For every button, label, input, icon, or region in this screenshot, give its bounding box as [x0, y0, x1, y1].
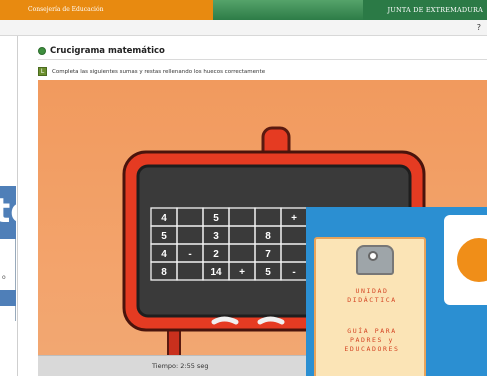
help-button[interactable]: ? [477, 23, 481, 32]
toolbar: ? [0, 20, 487, 36]
left-card-footer [0, 290, 16, 306]
header-band [213, 0, 363, 20]
didactic-unit-cover[interactable]: UNIDAD DIDÁCTICA GUÍA PARA PADRES y EDUC… [306, 207, 487, 376]
grid-cell-value: - [292, 267, 295, 278]
cover-heading-line: DIDÁCTICA [347, 296, 397, 304]
site-header: Consejería de Educación JUNTA DE EXTREMA… [0, 0, 487, 20]
divider [38, 59, 487, 60]
cover-guide-line: PADRES y [349, 336, 395, 344]
grid-cell-value: 2 [213, 249, 219, 260]
grid-cell-value: 5 [265, 267, 271, 278]
book-icon: L [38, 67, 47, 76]
instruction-row: L Completa las siguientes sumas y restas… [38, 67, 265, 76]
cover-heading-line: UNIDAD [355, 287, 389, 295]
timer-text: Tiempo: 2:55 seg [152, 362, 209, 370]
page-title: Crucigrama matemático [50, 46, 165, 56]
junta-label[interactable]: JUNTA DE EXTREMADURA [363, 0, 487, 20]
activity-title-row: Crucigrama matemático [38, 46, 165, 56]
clip-hole [368, 251, 378, 261]
clip-icon [356, 245, 394, 275]
left-overlay-card[interactable]: te o [0, 186, 16, 321]
cover-guide-line: EDUCADORES [344, 345, 400, 353]
grid-cell-value: 7 [265, 249, 271, 260]
left-card-caption: o [2, 274, 6, 281]
consejeria-label[interactable]: Consejería de Educación [0, 0, 213, 20]
grid-cell-value: - [188, 249, 191, 260]
cover-guide: GUÍA PARA PADRES y EDUCADORES [316, 327, 428, 354]
grid-cell-value: 3 [213, 231, 219, 242]
grid-cell-value: 4 [161, 213, 167, 224]
grid-cell-value: 8 [161, 267, 167, 278]
clipboard-illustration: UNIDAD DIDÁCTICA GUÍA PARA PADRES y EDUC… [314, 237, 426, 376]
grid-cell-value: + [291, 213, 297, 224]
bullet-icon [38, 47, 46, 55]
cover-guide-line: GUÍA PARA [347, 327, 397, 335]
grid-cell-value: 5 [161, 231, 167, 242]
grid-cell-value: 5 [213, 213, 219, 224]
grid-cell-value: 8 [265, 231, 271, 242]
grid-cell-value: 14 [210, 267, 222, 278]
grid-cell-value: + [239, 267, 245, 278]
cover-heading: UNIDAD DIDÁCTICA [316, 287, 428, 305]
instruction-text: Completa las siguientes sumas y restas r… [52, 68, 266, 75]
grid-cell-value: 4 [161, 249, 167, 260]
left-card-banner: te [0, 186, 16, 239]
